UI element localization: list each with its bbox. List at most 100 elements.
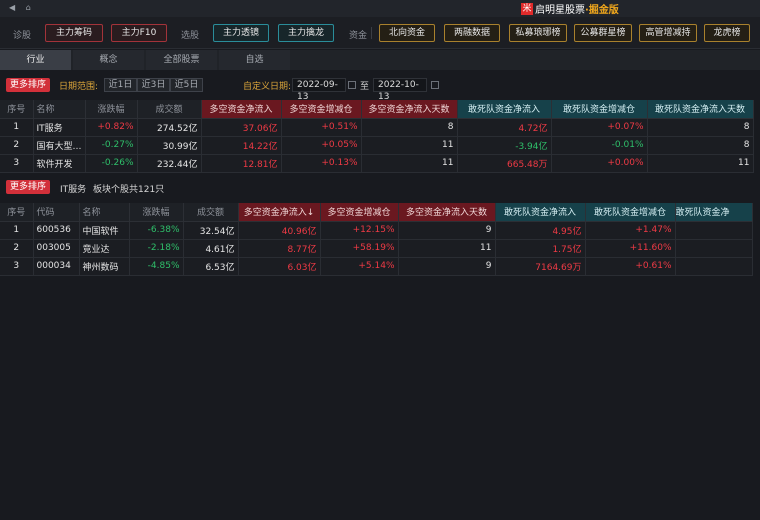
cell-gs-days <box>675 239 753 258</box>
cell-gs-position: +0.07% <box>551 118 648 137</box>
cell-change: -6.38% <box>129 221 184 240</box>
col-header[interactable]: 代码 <box>33 203 80 222</box>
group-label-funds: 资金 <box>349 31 368 41</box>
table-row[interactable]: 2 国有大型… -0.27% 30.99亿 14.22亿 +0.05% 11 -… <box>0 136 754 155</box>
col-header[interactable]: 多空资金增减仓 <box>281 100 362 119</box>
col-header[interactable]: 敢死队资金净流入 <box>495 203 586 222</box>
col-header[interactable]: 名称 <box>79 203 130 222</box>
nav-buttons: ◀ ⌂ <box>9 3 39 12</box>
simu-button[interactable]: 私募琅琊榜 <box>509 24 567 42</box>
beixiang-button[interactable]: 北向资金 <box>379 24 435 42</box>
table-row[interactable]: 1 IT服务 +0.82% 274.52亿 37.06亿 +0.51% 8 4.… <box>0 118 754 137</box>
cell-dk-days: 11 <box>361 136 458 155</box>
col-header[interactable]: 多空资金净流入天数 <box>361 100 458 119</box>
cell-dk-inflow: 40.96亿 <box>238 221 321 240</box>
cell-gs-days <box>675 221 753 240</box>
sector-stocks-bar: 更多排序 IT服务 板块个股共121只 <box>0 176 760 198</box>
cell-amount: 274.52亿 <box>137 118 202 137</box>
end-date-checkbox[interactable] <box>431 81 439 89</box>
col-header[interactable]: 涨跌幅 <box>129 203 184 222</box>
gaoguan-button[interactable]: 高管增减持 <box>639 24 697 42</box>
col-header-sorted[interactable]: 多空资金净流入↓ <box>238 203 321 222</box>
group-label-select: 选股 <box>181 31 200 41</box>
col-header[interactable]: 多空资金净流入天数 <box>398 203 496 222</box>
brand-main: 启明星股票 <box>535 5 585 16</box>
table-row[interactable]: 2 003005 竞业达 -2.18% 4.61亿 8.77亿 +58.19% … <box>0 239 753 258</box>
tab-industry[interactable]: 行业 <box>0 50 71 70</box>
to-label: 至 <box>360 82 370 92</box>
longhu-button[interactable]: 龙虎榜 <box>704 24 750 42</box>
cell-index: 1 <box>0 221 34 240</box>
col-header[interactable]: 序号 <box>0 203 34 222</box>
cell-gs-inflow: 4.72亿 <box>457 118 552 137</box>
zhuli-toujing-button[interactable]: 主力透镜 <box>213 24 269 42</box>
date-range-label: 日期范围: <box>59 82 99 92</box>
col-header[interactable]: 名称 <box>33 100 86 119</box>
table-row[interactable]: 1 600536 中国软件 -6.38% 32.54亿 40.96亿 +12.1… <box>0 221 753 240</box>
more-sort-button-2[interactable]: 更多排序 <box>6 180 50 194</box>
cell-dk-inflow: 8.77亿 <box>238 239 321 258</box>
col-header[interactable]: 敢死队资金增减仓 <box>551 100 648 119</box>
col-header[interactable]: 多空资金净流入 <box>201 100 282 119</box>
cell-change: +0.82% <box>85 118 138 137</box>
col-header[interactable]: 涨跌幅 <box>85 100 138 119</box>
col-header[interactable]: 序号 <box>0 100 34 119</box>
cell-change: -0.26% <box>85 154 138 173</box>
rongzi-button[interactable]: 两融数据 <box>444 24 500 42</box>
col-header[interactable]: 敢死队资金净流入 <box>457 100 552 119</box>
cell-name: IT服务 <box>33 118 86 137</box>
brand-sub: ·掘金版 <box>585 5 619 16</box>
table-row[interactable]: 3 软件开发 -0.26% 232.44亿 12.81亿 +0.13% 11 6… <box>0 154 754 173</box>
cell-gs-position: +0.61% <box>585 257 676 276</box>
cell-gs-days: 8 <box>647 136 754 155</box>
zhuli-choumao-button[interactable]: 主力筹码 <box>45 24 103 42</box>
cell-amount: 6.53亿 <box>183 257 239 276</box>
table-row[interactable]: 3 000034 神州数码 -4.85% 6.53亿 6.03亿 +5.14% … <box>0 257 753 276</box>
tab-watchlist[interactable]: 自选 <box>219 50 290 70</box>
col-header[interactable]: 多空资金增减仓 <box>320 203 399 222</box>
category-tabs: 行业 概念 全部股票 自选 <box>0 50 760 70</box>
cell-gs-inflow: 665.48万 <box>457 154 552 173</box>
range-1d-button[interactable]: 近1日 <box>104 78 137 92</box>
range-5d-button[interactable]: 近5日 <box>170 78 203 92</box>
main-toolbar: 诊股 主力筹码 主力F10 选股 主力透镜 主力擒龙 资金 北向资金 两融数据 … <box>0 17 760 49</box>
cell-dk-inflow: 37.06亿 <box>201 118 282 137</box>
tab-all-stocks[interactable]: 全部股票 <box>146 50 217 70</box>
sector-count-label: 板块个股共121只 <box>93 185 165 195</box>
stock-header-row: 序号 代码 名称 涨跌幅 成交额 多空资金净流入↓ 多空资金增减仓 多空资金净流… <box>0 203 753 222</box>
cell-dk-days: 11 <box>398 239 496 258</box>
cell-gs-inflow: 1.75亿 <box>495 239 586 258</box>
start-date-input[interactable]: 2022-09-13 <box>292 78 346 102</box>
cell-change: -0.27% <box>85 136 138 155</box>
zhuli-qinlong-button[interactable]: 主力擒龙 <box>278 24 334 42</box>
cell-gs-position: +1.47% <box>585 221 676 240</box>
col-header[interactable]: 敢死队资金增减仓 <box>585 203 676 222</box>
cell-gs-position: -0.01% <box>551 136 648 155</box>
cell-dk-position: +0.05% <box>281 136 362 155</box>
back-icon[interactable]: ◀ <box>9 3 15 12</box>
cell-gs-inflow: 4.95亿 <box>495 221 586 240</box>
cell-name: 神州数码 <box>79 257 130 276</box>
cell-dk-days: 9 <box>398 221 496 240</box>
tab-concept[interactable]: 概念 <box>73 50 144 70</box>
col-header[interactable]: 敢死队资金净流入天数 <box>647 100 754 119</box>
col-header[interactable]: 敢死队资金净 <box>675 203 753 222</box>
cell-dk-position: +5.14% <box>320 257 399 276</box>
range-3d-button[interactable]: 近3日 <box>137 78 170 92</box>
cell-gs-days: 8 <box>647 118 754 137</box>
cell-dk-position: +12.15% <box>320 221 399 240</box>
col-header[interactable]: 成交额 <box>183 203 239 222</box>
col-header[interactable]: 成交额 <box>137 100 202 119</box>
start-date-checkbox[interactable] <box>348 81 356 89</box>
cell-name: 国有大型… <box>33 136 86 155</box>
end-date-input[interactable]: 2022-10-13 <box>373 78 427 102</box>
more-sort-button[interactable]: 更多排序 <box>6 78 50 92</box>
home-icon[interactable]: ⌂ <box>26 3 31 12</box>
cell-code: 003005 <box>33 239 80 258</box>
cell-amount: 232.44亿 <box>137 154 202 173</box>
cell-gs-inflow: 7164.69万 <box>495 257 586 276</box>
cell-name: 软件开发 <box>33 154 86 173</box>
zhuli-f10-button[interactable]: 主力F10 <box>111 24 167 42</box>
gongmu-button[interactable]: 公募群星榜 <box>574 24 632 42</box>
cell-amount: 30.99亿 <box>137 136 202 155</box>
